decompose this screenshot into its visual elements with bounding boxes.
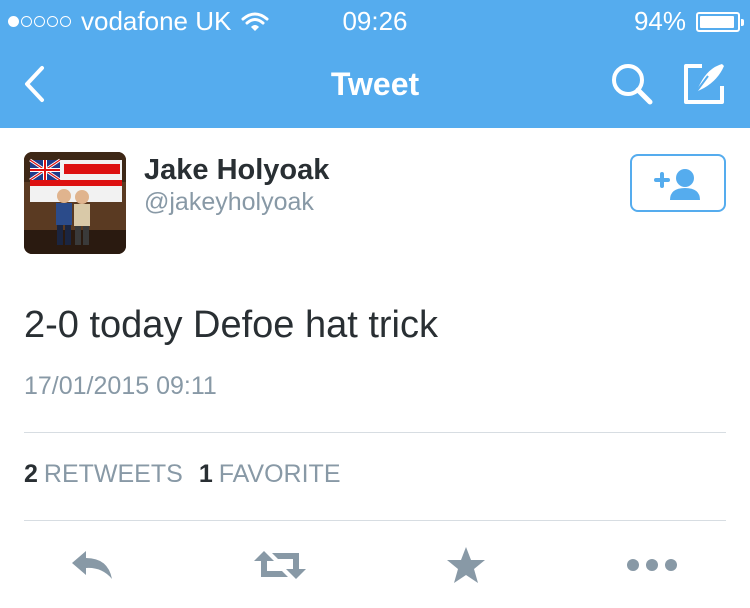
- battery-percent: 94%: [633, 6, 686, 36]
- compose-icon: [684, 64, 724, 104]
- author-handle[interactable]: @jakeyholyoak: [144, 188, 314, 217]
- reply-icon: [72, 551, 112, 579]
- tweet-text: 2-0 today Defoe hat trick: [24, 304, 438, 346]
- divider: [24, 432, 726, 433]
- search-icon: [612, 64, 653, 105]
- tweet-timestamp: 17/01/2015 09:11: [24, 372, 217, 400]
- follow-button[interactable]: [630, 154, 726, 212]
- add-user-icon: [654, 169, 700, 200]
- divider: [24, 520, 726, 521]
- retweet-label[interactable]: RETWEETS: [44, 460, 183, 489]
- avatar-photo: [24, 152, 126, 254]
- more-button[interactable]: [622, 540, 682, 590]
- avatar[interactable]: [24, 152, 126, 254]
- favorite-button[interactable]: [436, 540, 496, 590]
- favorite-count[interactable]: 1: [199, 460, 213, 489]
- top-bar: vodafone UK 09:26 94% Tweet: [0, 0, 750, 128]
- retweet-icon: [254, 551, 306, 579]
- retweet-button[interactable]: [250, 540, 310, 590]
- battery-icon: [696, 11, 744, 32]
- more-icon: [627, 559, 677, 571]
- status-bar: vodafone UK 09:26 94%: [0, 0, 750, 40]
- reply-button[interactable]: [62, 540, 122, 590]
- compose-button[interactable]: [678, 58, 730, 110]
- tweet-stats: 2 RETWEETS 1 FAVORITE: [24, 460, 341, 489]
- favorite-label[interactable]: FAVORITE: [219, 460, 341, 489]
- retweet-count[interactable]: 2: [24, 460, 38, 489]
- search-button[interactable]: [608, 60, 656, 108]
- favorite-icon: [447, 547, 485, 583]
- author-name[interactable]: Jake Holyoak: [144, 154, 329, 187]
- battery-group: 94%: [633, 6, 744, 37]
